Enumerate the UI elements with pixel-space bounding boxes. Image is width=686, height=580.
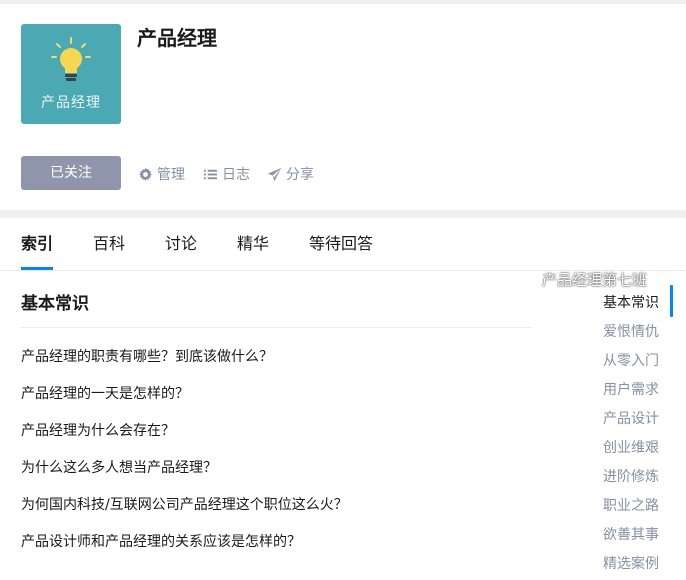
share-button[interactable]: 分享 xyxy=(267,164,314,184)
question-link[interactable]: 产品经理的职责有哪些？到底该做什么？ xyxy=(21,346,273,366)
wechat-icon xyxy=(514,271,536,288)
side-nav-item[interactable]: 用户需求 xyxy=(603,379,659,399)
question-link[interactable]: 为何国内科技/互联网公司产品经理这个职位这么火？ xyxy=(21,494,348,514)
tab-discussion[interactable]: 讨论 xyxy=(165,218,197,270)
index-content: 基本常识 产品经理的职责有哪些？到底该做什么？ 产品经理的一天是怎样的？ 产品经… xyxy=(0,271,686,580)
active-tab-indicator xyxy=(21,267,53,270)
side-nav-item[interactable]: 从零入门 xyxy=(603,350,659,370)
tab-featured[interactable]: 精华 xyxy=(237,218,269,270)
watermark-text: 产品经理第七班 xyxy=(542,271,648,289)
question-link[interactable]: 产品经理的一天是怎样的？ xyxy=(21,383,189,403)
tab-waiting-answers[interactable]: 等待回答 xyxy=(309,218,373,270)
section-divider xyxy=(21,327,531,328)
share-label: 分享 xyxy=(286,167,314,183)
side-nav-item[interactable]: 精选案例 xyxy=(603,553,659,573)
side-nav-item[interactable]: 进阶修炼 xyxy=(603,466,659,486)
tab-wiki[interactable]: 百科 xyxy=(93,218,125,270)
follow-button[interactable]: 已关注 xyxy=(21,156,121,190)
question-link[interactable]: 产品设计师和产品经理的关系应该是怎样的？ xyxy=(21,531,301,551)
side-nav-item[interactable]: 基本常识 xyxy=(603,292,659,312)
wechat-watermark: 产品经理第七班 xyxy=(514,269,647,290)
avatar-label: 产品经理 xyxy=(41,95,101,111)
topic-tabs: 索引 百科 讨论 精华 等待回答 xyxy=(0,218,686,271)
question-link[interactable]: 为什么这么多人想当产品经理？ xyxy=(21,457,217,477)
side-nav-indicator xyxy=(670,285,673,317)
section-title: 基本常识 xyxy=(21,294,89,314)
lightbulb-icon xyxy=(51,37,91,81)
side-nav-item[interactable]: 职业之路 xyxy=(603,495,659,515)
side-nav-item[interactable]: 产品设计 xyxy=(603,408,659,428)
list-icon xyxy=(203,169,218,179)
side-nav-item[interactable]: 创业维艰 xyxy=(603,437,659,457)
tab-index[interactable]: 索引 xyxy=(21,218,53,270)
manage-label: 管理 xyxy=(157,167,185,183)
side-nav-item[interactable]: 爱恨情仇 xyxy=(603,321,659,341)
log-label: 日志 xyxy=(222,167,250,183)
paper-plane-icon xyxy=(267,167,282,181)
page-title: 产品经理 xyxy=(137,26,217,50)
gear-icon xyxy=(139,167,152,181)
topic-header-card: 产品经理 产品经理 已关注 管理 日志 分享 xyxy=(0,4,686,210)
log-button[interactable]: 日志 xyxy=(203,164,250,184)
side-nav-item[interactable]: 欲善其事 xyxy=(603,524,659,544)
manage-button[interactable]: 管理 xyxy=(138,164,185,184)
topic-avatar[interactable]: 产品经理 xyxy=(21,24,121,124)
question-link[interactable]: 产品经理为什么会存在？ xyxy=(21,420,175,440)
